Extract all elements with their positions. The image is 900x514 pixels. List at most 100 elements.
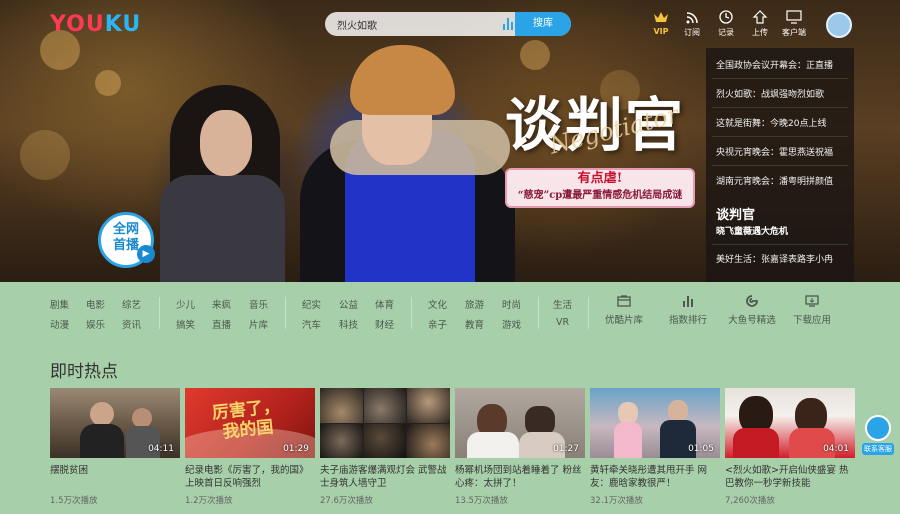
category-link[interactable]: 动漫 — [50, 317, 69, 331]
bar-chart-icon — [683, 296, 693, 307]
nav-client[interactable]: 客户端 — [776, 10, 812, 38]
category-divider — [588, 297, 589, 329]
category-link[interactable]: 综艺 — [122, 297, 141, 311]
tool-label: 优酷片库 — [604, 315, 643, 326]
headset-icon — [865, 415, 891, 441]
nav-client-label: 客户端 — [782, 28, 806, 37]
category-link[interactable]: 生活 — [553, 297, 572, 311]
video-title[interactable]: 纪录电影《厉害了，我的国》上映首日反响强烈 — [185, 464, 315, 490]
actress-face — [200, 110, 252, 176]
news-item[interactable]: 湖南元宵晚会：潘粤明拼颜值 — [716, 174, 833, 187]
video-thumbnail[interactable]: 01:27 — [455, 388, 585, 458]
clock-icon — [719, 10, 733, 24]
news-item[interactable]: 烈火如歌：战飒强吻烈如歌 — [716, 87, 824, 100]
category-divider — [285, 297, 286, 329]
video-card[interactable]: 01:27 杨幂机场団到站着睡着了 粉丝心疼：太拼了！ 13.5万次播放 — [455, 388, 585, 506]
tool-film-library[interactable]: 优酷片库 — [594, 295, 654, 326]
category-link[interactable]: 资讯 — [122, 317, 141, 331]
video-duration: 01:05 — [688, 444, 714, 454]
upload-icon — [752, 10, 768, 24]
category-link[interactable]: 公益 — [339, 297, 358, 311]
video-thumbnail[interactable]: 01:05 — [590, 388, 720, 458]
tool-label: 下载应用 — [792, 315, 831, 326]
video-thumbnail[interactable]: 04:01 — [725, 388, 855, 458]
search-box: 搜库 — [325, 12, 571, 36]
news-featured-title[interactable]: 谈判官 — [716, 204, 755, 223]
nav-history[interactable]: 记录 — [708, 10, 744, 38]
category-link[interactable]: 娱乐 — [86, 317, 105, 331]
category-link[interactable]: 来疯 — [212, 297, 231, 311]
news-item[interactable]: 央视元宵晚会：霍思燕送祝福 — [716, 145, 833, 158]
tool-index-ranking[interactable]: 指数排行 — [658, 295, 718, 326]
customer-service-button[interactable]: 联系客服 — [862, 415, 894, 455]
video-views: 32.1万次播放 — [590, 496, 643, 506]
video-title[interactable]: <烈火如歌>开启仙侠盛宴 热巴教你一秒学新技能 — [725, 464, 855, 490]
voice-search-icon[interactable] — [503, 18, 515, 30]
video-views: 7,260次播放 — [725, 496, 775, 506]
category-link[interactable]: 体育 — [375, 297, 394, 311]
category-link[interactable]: 少儿 — [176, 297, 195, 311]
live-badge-line1: 全网 — [112, 222, 139, 237]
news-item[interactable]: 这就是街舞：今晚20点上线 — [716, 116, 826, 129]
news-item[interactable]: 全国政协会议开幕会：正直播 — [716, 58, 833, 71]
tool-dayu-picks[interactable]: 大鱼号精选 — [722, 295, 782, 326]
nav-subscribe[interactable]: 订阅 — [674, 10, 710, 38]
category-link[interactable]: 游戏 — [502, 317, 521, 331]
nav-history-label: 记录 — [718, 28, 734, 37]
category-link[interactable]: 财经 — [375, 317, 394, 331]
video-card[interactable]: 厉害了，我的国 01:29 纪录电影《厉害了，我的国》上映首日反响强烈 1.2万… — [185, 388, 315, 506]
video-views: 27.6万次播放 — [320, 496, 373, 506]
category-link[interactable]: 直播 — [212, 317, 231, 331]
live-premiere-badge[interactable]: 全网 首播 ▶ — [98, 212, 155, 268]
news-featured-subtitle[interactable]: 晓飞童薇遇大危机 — [716, 224, 788, 237]
category-link[interactable]: 搞笑 — [176, 317, 195, 331]
hero-promo-box: 有点虐! “慈宠”cp遭最严重情感危机结局成谜 — [505, 168, 695, 208]
video-title[interactable]: 摆脱贫困 — [50, 464, 180, 490]
nav-upload-label: 上传 — [752, 28, 768, 37]
tool-label: 指数排行 — [668, 315, 707, 326]
category-divider — [159, 297, 160, 329]
video-card[interactable]: 夫子庙游客爆满观灯会 武警战士身筑人墙守卫 27.6万次播放 — [320, 388, 450, 506]
video-thumbnail[interactable]: 04:11 — [50, 388, 180, 458]
customer-service-label: 联系客服 — [862, 443, 894, 455]
news-divider — [712, 78, 848, 79]
video-thumbnail[interactable]: 厉害了，我的国 01:29 — [185, 388, 315, 458]
category-link[interactable]: 亲子 — [428, 317, 447, 331]
news-divider — [712, 165, 848, 166]
category-link[interactable]: 时尚 — [502, 297, 521, 311]
news-item[interactable]: 美好生活：张嘉译表路李小冉 — [716, 252, 833, 265]
actress-coat — [160, 175, 285, 282]
news-divider — [712, 136, 848, 137]
category-link[interactable]: 汽车 — [302, 317, 321, 331]
video-thumbnail[interactable] — [320, 388, 450, 458]
user-avatar[interactable] — [826, 12, 852, 38]
nav-vip-label: VIP — [653, 27, 669, 36]
video-card[interactable]: 04:11 摆脱贫困 1.5万次播放 — [50, 388, 180, 506]
category-link[interactable]: 音乐 — [249, 297, 268, 311]
category-link[interactable]: 电影 — [86, 297, 105, 311]
category-link[interactable]: 文化 — [428, 297, 447, 311]
news-panel: 全国政协会议开幕会：正直播 烈火如歌：战飒强吻烈如歌 这就是街舞：今晚20点上线… — [706, 48, 854, 282]
nav-upload[interactable]: 上传 — [742, 10, 778, 38]
search-input[interactable] — [325, 12, 515, 36]
video-duration: 01:27 — [553, 444, 579, 454]
video-title[interactable]: 黄轩牵关晓彤遭其甩开手 网友：鹿晗家教很严！ — [590, 464, 720, 490]
category-link[interactable]: 旅游 — [465, 297, 484, 311]
video-views: 13.5万次播放 — [455, 496, 508, 506]
video-card[interactable]: 04:01 <烈火如歌>开启仙侠盛宴 热巴教你一秒学新技能 7,260次播放 — [725, 388, 855, 506]
category-link[interactable]: 科技 — [339, 317, 358, 331]
search-button[interactable]: 搜库 — [515, 12, 571, 36]
video-card[interactable]: 01:05 黄轩牵关晓彤遭其甩开手 网友：鹿晗家教很严！ 32.1万次播放 — [590, 388, 720, 506]
category-link[interactable]: VR — [556, 317, 569, 328]
category-link[interactable]: 片库 — [249, 317, 268, 331]
youku-logo[interactable]: YOUKU — [50, 12, 141, 37]
category-link[interactable]: 教育 — [465, 317, 484, 331]
tool-download-app[interactable]: 下载应用 — [782, 295, 842, 326]
video-duration: 04:01 — [823, 444, 849, 454]
category-link[interactable]: 剧集 — [50, 297, 69, 311]
video-title[interactable]: 夫子庙游客爆满观灯会 武警战士身筑人墙守卫 — [320, 464, 450, 490]
video-title[interactable]: 杨幂机场団到站着睡着了 粉丝心疼：太拼了！ — [455, 464, 585, 490]
actor-hair — [350, 45, 455, 115]
news-divider — [712, 107, 848, 108]
category-link[interactable]: 纪实 — [302, 297, 321, 311]
